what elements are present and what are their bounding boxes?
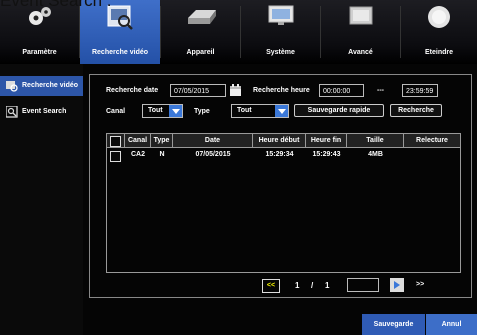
row-size: 4MB (368, 151, 383, 158)
row-type: N (159, 151, 165, 158)
save-button[interactable]: Sauvegarde (362, 314, 425, 335)
row-end-time: 15:29:43 (312, 151, 341, 158)
type-label: Type (194, 108, 210, 115)
tab-label: Eteindre (424, 49, 453, 56)
go-page-button[interactable] (390, 278, 404, 292)
column-header[interactable]: Date (173, 134, 253, 148)
type-dropdown[interactable]: Tout (231, 104, 289, 118)
tab-eteindre[interactable]: Eteindre (401, 0, 477, 64)
video-search-icon (6, 81, 18, 92)
time-label: Recherche heure (253, 87, 310, 94)
row-date: 07/05/2015 (195, 151, 231, 158)
go-arrow-icon (394, 281, 400, 289)
search-panel: Recherche date 07/05/2015 Recherche heur… (89, 74, 472, 298)
event-search-icon (6, 106, 18, 118)
chevron-down-icon (275, 105, 288, 117)
row-checkbox[interactable] (110, 151, 121, 162)
date-field[interactable]: 07/05/2015 (170, 84, 226, 97)
calendar-icon[interactable] (229, 84, 242, 97)
total-pages: 1 (325, 281, 330, 290)
chevron-down-icon (169, 105, 182, 117)
row-canal: CA2 (130, 151, 145, 158)
page-number-input[interactable] (347, 278, 379, 292)
page-separator: / (311, 281, 314, 290)
column-header[interactable]: Taille (347, 134, 404, 148)
tab-label: Appareil (186, 49, 215, 56)
sidebar-item-event-search[interactable]: Event Search (0, 102, 83, 122)
advanced-icon (346, 4, 376, 33)
column-header[interactable]: Heure début (253, 134, 306, 148)
tab-label: Système (266, 49, 295, 56)
next-page-button[interactable]: >> (416, 281, 424, 288)
power-icon (424, 4, 454, 35)
quick-save-button[interactable]: Sauvegarde rapide (294, 104, 384, 117)
canal-label: Canal (106, 108, 126, 115)
date-label: Recherche date (106, 87, 159, 94)
search-button[interactable]: Recherche (390, 104, 442, 117)
column-header[interactable]: Type (151, 134, 173, 148)
column-header[interactable]: Canal (125, 134, 151, 148)
monitor-icon (266, 4, 296, 33)
time-separator: --- (377, 87, 384, 94)
tab-label: Paramètre (22, 49, 57, 56)
tab-label: Avancé (348, 49, 373, 56)
hard-drive-icon (184, 4, 218, 33)
table-row[interactable]: CA2 N 07/05/2015 15:29:34 15:29:43 4MB (107, 149, 460, 162)
select-all-header (107, 134, 125, 148)
canal-dropdown[interactable]: Tout (142, 104, 183, 118)
tab-avance[interactable]: Avancé (321, 0, 400, 64)
cancel-button[interactable]: Annul (426, 314, 477, 335)
tab-systeme[interactable]: Système (241, 0, 320, 64)
current-page: 1 (295, 281, 300, 290)
type-value: Tout (237, 107, 252, 114)
time-end-field[interactable]: 23:59:59 (402, 84, 438, 97)
page-caption: Event Search : (0, 0, 112, 10)
select-all-checkbox[interactable] (110, 136, 121, 147)
row-start-time: 15:29:34 (265, 151, 294, 158)
main-content: Recherche date 07/05/2015 Recherche heur… (83, 64, 477, 335)
results-table: Canal Type Date Heure début Heure fin Ta… (106, 133, 461, 273)
tab-appareil[interactable]: Appareil (161, 0, 240, 64)
sidebar: Recherche vidéo Event Search (0, 64, 83, 335)
time-start-field[interactable]: 00:00:00 (319, 84, 364, 97)
sidebar-item-recherche-video[interactable]: Recherche vidéo (0, 76, 83, 96)
tab-label: Recherche vidéo (91, 49, 149, 56)
sidebar-item-label: Event Search (22, 108, 67, 115)
prev-page-button[interactable]: << (262, 279, 280, 293)
column-header[interactable]: Relecture (404, 134, 460, 148)
sidebar-item-label: Recherche vidéo (22, 82, 79, 89)
column-header[interactable]: Heure fin (306, 134, 347, 148)
canal-value: Tout (148, 107, 163, 114)
